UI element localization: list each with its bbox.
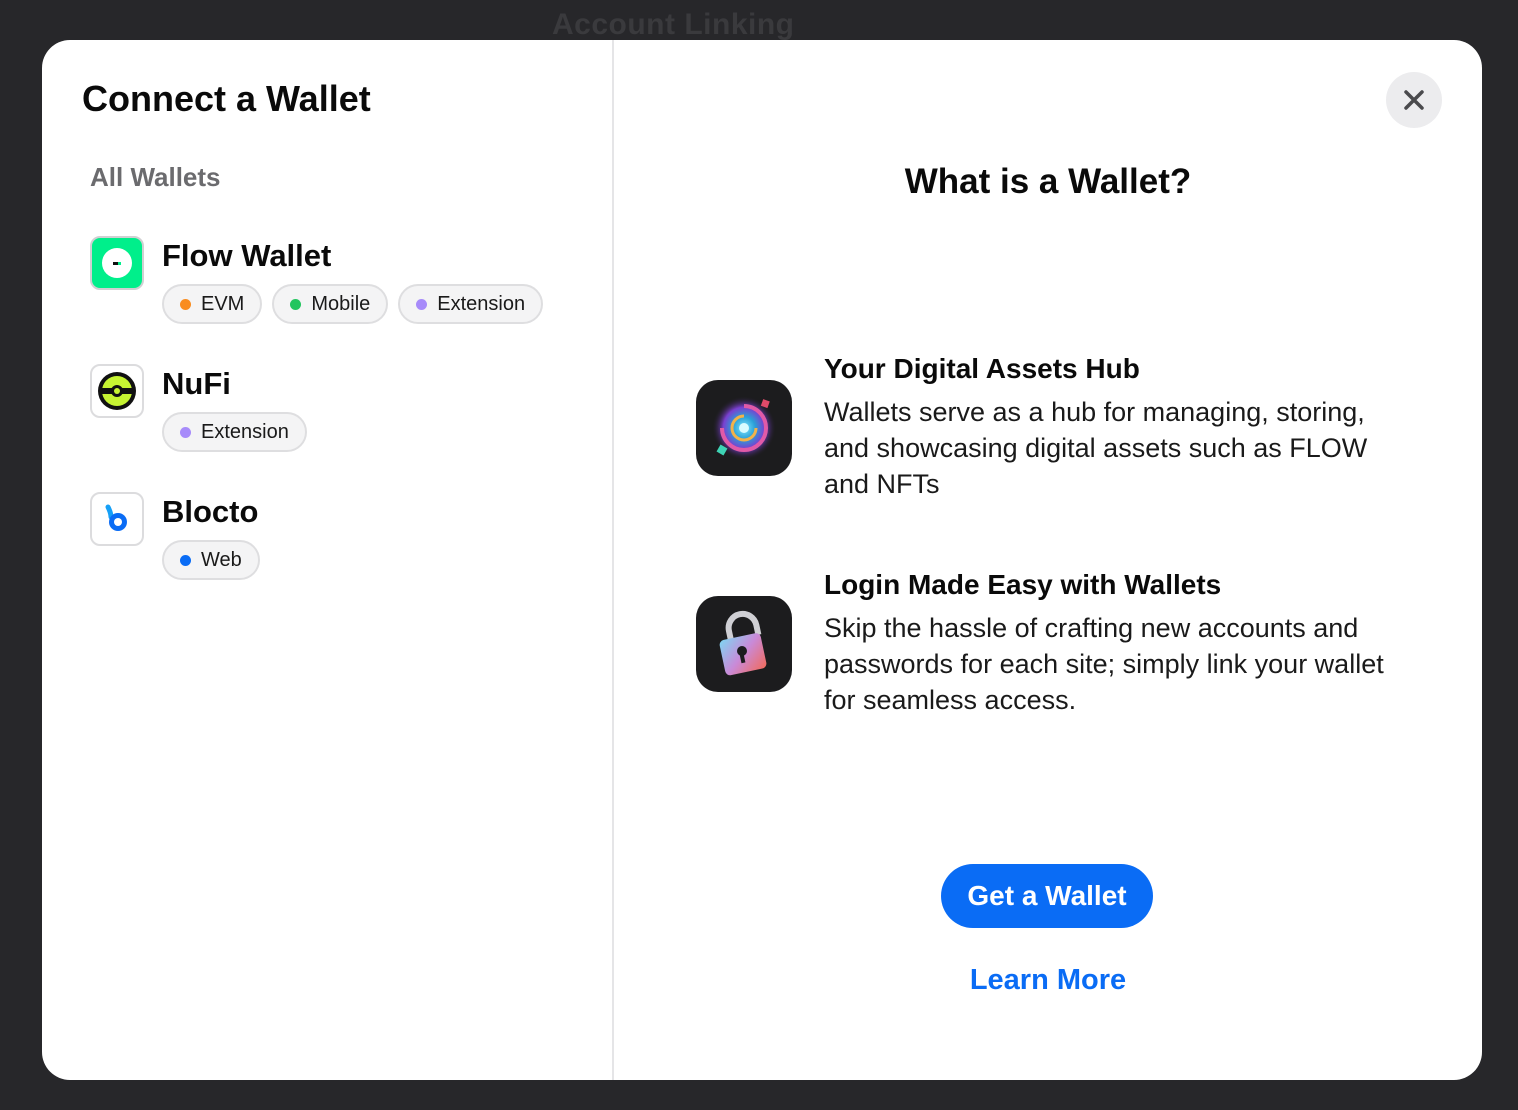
wallet-item-nufi[interactable]: NuFi Extension <box>90 364 590 452</box>
get-wallet-button[interactable]: Get a Wallet <box>941 864 1153 928</box>
wallet-tags: EVM Mobile Extension <box>162 284 544 324</box>
learn-more-link[interactable]: Learn More <box>614 964 1482 997</box>
all-wallets-label: All Wallets <box>90 162 221 192</box>
info-title: What is a Wallet? <box>904 162 1192 201</box>
feature-body: Wallets serve as a hub for managing, sto… <box>824 397 1368 499</box>
tag-dot <box>416 298 428 310</box>
tag-extension: Extension <box>398 284 544 324</box>
modal-title: Connect a Wallet <box>82 78 371 119</box>
tag-label: Mobile <box>311 292 371 315</box>
tag-label: Extension <box>437 292 526 315</box>
wallet-tags: Extension <box>162 412 307 452</box>
wallet-name: Blocto <box>162 494 259 529</box>
feature-login-easy: Login Made Easy with Wallets Skip the ha… <box>696 568 1396 718</box>
tag-dot <box>180 298 191 310</box>
feature-heading: Login Made Easy with Wallets <box>824 569 1222 600</box>
tag-label: Extension <box>201 420 289 443</box>
close-icon <box>1404 90 1424 110</box>
tag-evm: EVM <box>162 284 263 324</box>
wallet-info-pane: What is a Wallet? Your Digital Assets Hu… <box>614 40 1482 1080</box>
wallet-item-flow-wallet[interactable]: Flow Wallet EVM Mobile Extension <box>90 236 590 324</box>
wallet-name: Flow Wallet <box>162 238 332 273</box>
wallet-item-blocto[interactable]: Blocto Web <box>90 492 590 580</box>
background-page-heading: Account Linking <box>552 8 795 41</box>
tag-dot <box>290 298 302 310</box>
wallet-name: NuFi <box>162 366 231 401</box>
feature-heading: Your Digital Assets Hub <box>824 353 1140 384</box>
tag-extension: Extension <box>162 412 307 452</box>
galaxy-icon <box>696 380 792 476</box>
nufi-logo <box>90 364 144 418</box>
wallet-tags: Web <box>162 540 260 580</box>
tag-label: Web <box>201 548 242 571</box>
flow-wallet-logo <box>90 236 144 290</box>
feature-digital-assets: Your Digital Assets Hub Wallets serve as… <box>696 352 1396 502</box>
padlock-icon <box>696 596 792 692</box>
tag-web: Web <box>162 540 260 580</box>
tag-label: EVM <box>201 292 245 315</box>
tag-dot <box>180 554 191 566</box>
blocto-logo <box>90 492 144 546</box>
wallet-list: Flow Wallet EVM Mobile Extension NuFi Ex… <box>90 236 590 620</box>
close-button[interactable] <box>1386 72 1442 128</box>
tag-mobile: Mobile <box>272 284 389 324</box>
tag-dot <box>180 426 191 438</box>
wallet-list-pane: Connect a Wallet All Wallets Flow Wallet <box>42 40 614 1080</box>
feature-body: Skip the hassle of crafting new accounts… <box>824 613 1384 715</box>
connect-wallet-modal: Connect a Wallet All Wallets Flow Wallet <box>42 40 1482 1080</box>
